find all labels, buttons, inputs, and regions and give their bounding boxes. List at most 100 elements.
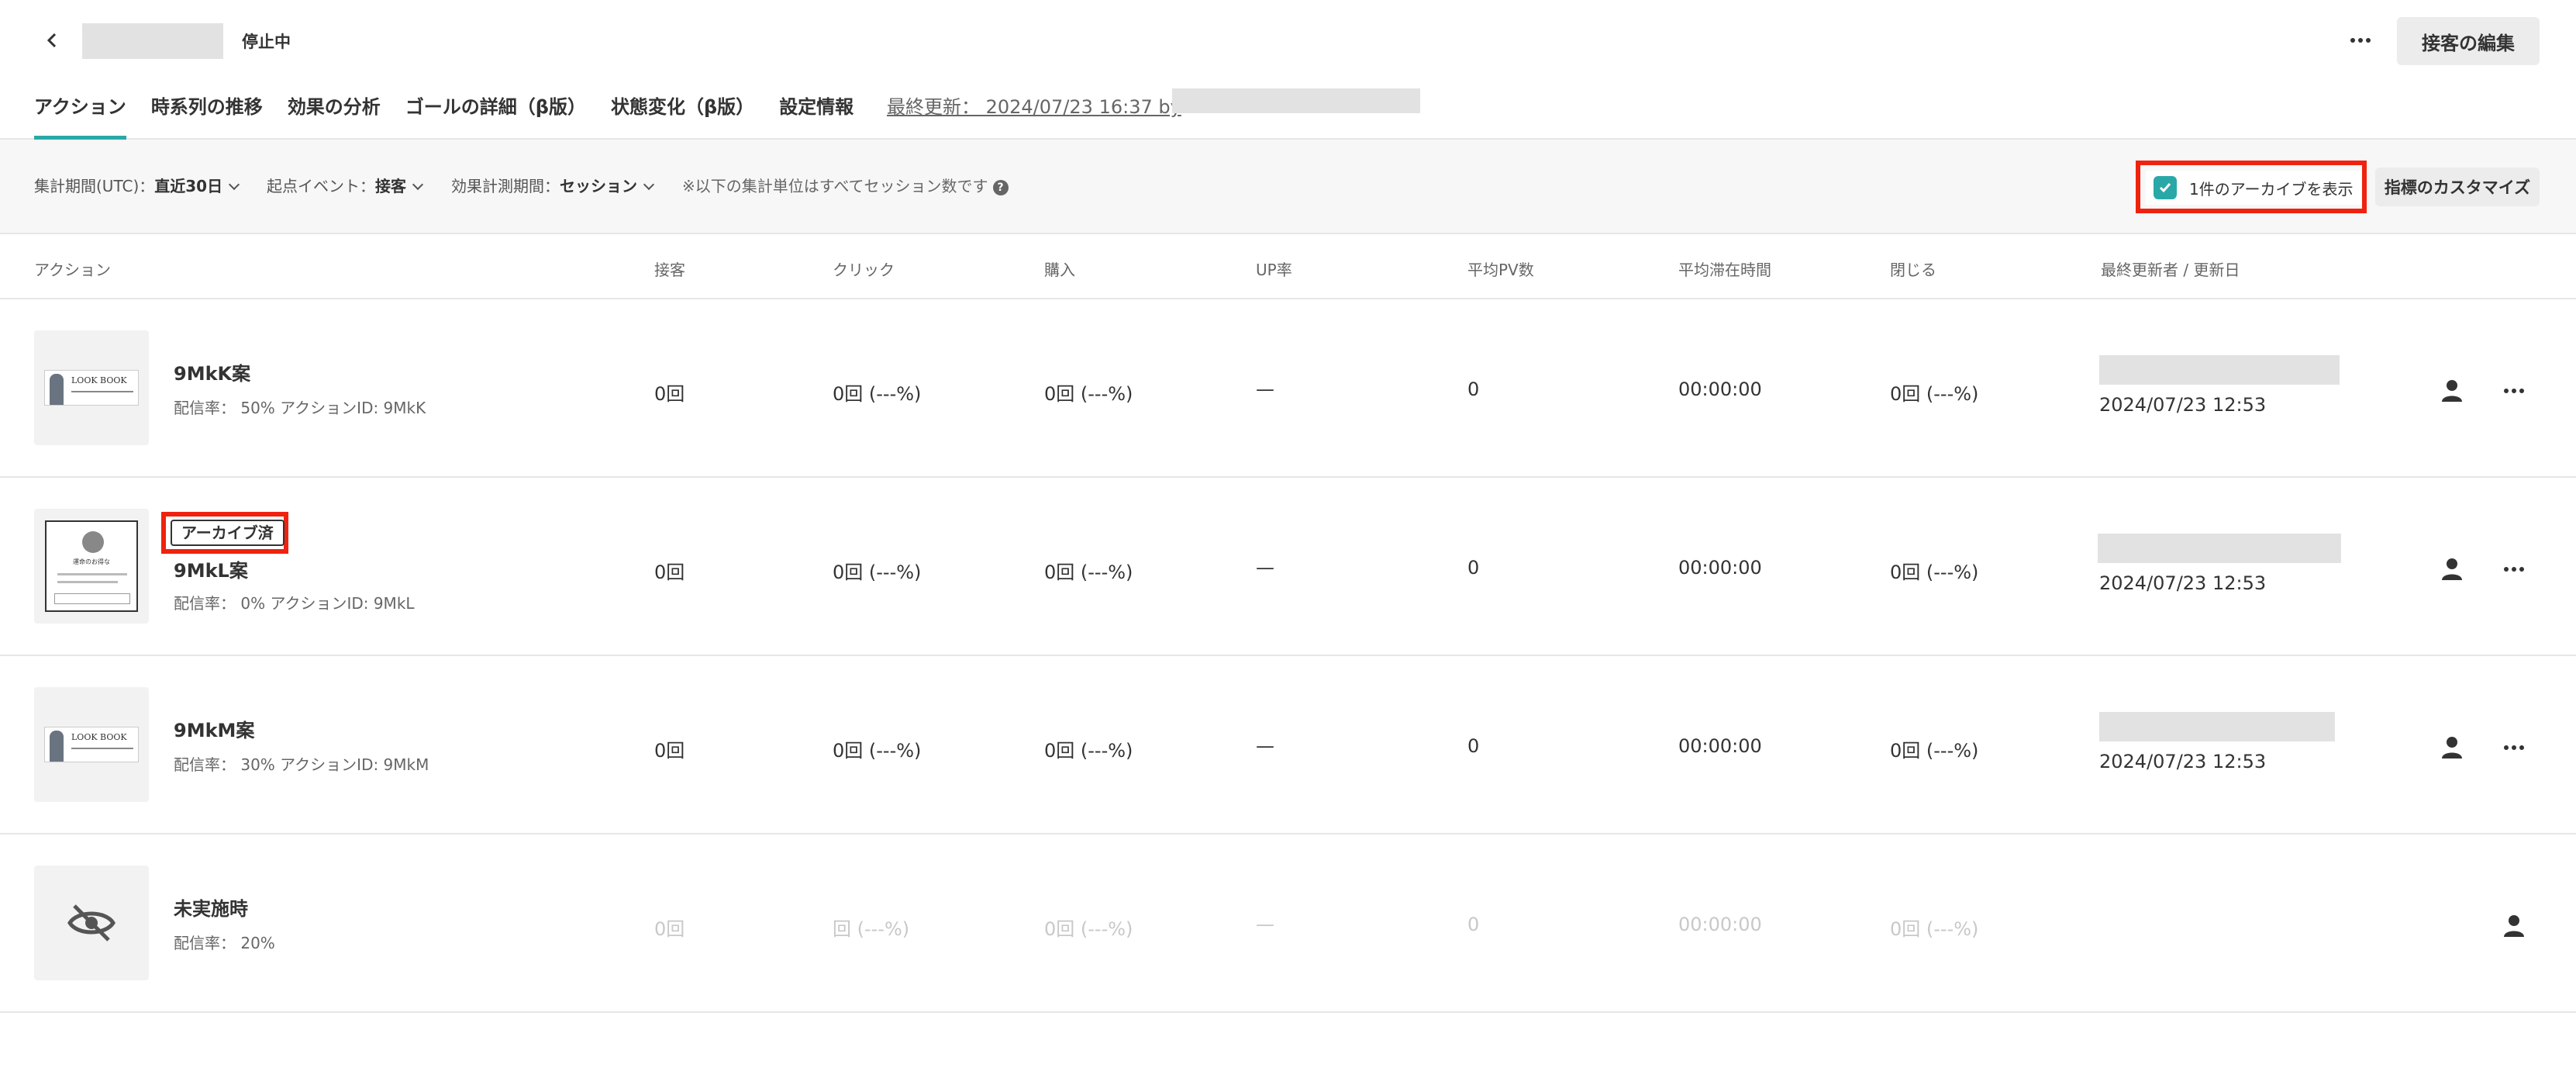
- action-thumbnail: 運命のお得な: [34, 509, 149, 624]
- purchase-count: 0回 (---%): [1044, 740, 1133, 762]
- updated-date: 2024/07/23 12:53: [2099, 751, 2267, 772]
- page-header: 停止中 接客の編集 アクション 時系列の推移 効果の分析 ゴールの詳細（β版） …: [0, 0, 2576, 140]
- period-filter[interactable]: 集計期間(UTC)：直近30日: [34, 174, 240, 196]
- banner-preview: LOOK BOOK: [44, 370, 139, 406]
- avg-pv: 0: [1467, 735, 1480, 757]
- avg-pv: 0: [1467, 557, 1480, 579]
- click-count: 回 (---%): [833, 918, 910, 940]
- campaign-name-redacted: [82, 23, 223, 59]
- table-row[interactable]: 運命のお得な 9MkL案 配信率： 0% アクションID: 9MkL 0回 0回…: [0, 478, 2576, 656]
- column-header: 購入: [1044, 261, 1075, 279]
- up-rate: —: [1256, 914, 1274, 935]
- updater-redacted: [2098, 534, 2341, 563]
- action-meta: 配信率： 0% アクションID: 9MkL: [174, 594, 415, 613]
- action-name[interactable]: 9MkK案: [174, 358, 250, 385]
- table-row[interactable]: 未実施時 配信率： 20% 0回 回 (---%) 0回 (---%) — 0 …: [0, 834, 2576, 1013]
- tab-timeseries[interactable]: 時系列の推移: [151, 87, 263, 140]
- column-header: 接客: [654, 261, 685, 279]
- more-horizontal-icon[interactable]: [2500, 734, 2528, 762]
- archive-checkbox[interactable]: [2154, 176, 2177, 199]
- avg-stay: 00:00:00: [1678, 735, 1762, 757]
- close-count: 0回 (---%): [1890, 562, 1979, 583]
- purchase-count: 0回 (---%): [1044, 562, 1133, 583]
- avg-pv: 0: [1467, 914, 1480, 935]
- action-name[interactable]: 9MkL案: [174, 555, 248, 582]
- popup-preview: 運命のお得な: [45, 520, 138, 612]
- chevron-left-icon: [47, 33, 57, 48]
- close-count: 0回 (---%): [1890, 740, 1979, 762]
- aggregation-note: ※以下の集計単位はすべてセッション数です?: [682, 174, 1009, 196]
- action-thumbnail: LOOK BOOK: [34, 687, 149, 802]
- action-thumbnail: LOOK BOOK: [34, 330, 149, 445]
- up-rate: —: [1256, 378, 1274, 400]
- action-meta: 配信率： 30% アクションID: 9MkM: [174, 755, 429, 774]
- tab-bar: アクション 時系列の推移 効果の分析 ゴールの詳細（β版） 状態変化（β版） 設…: [34, 87, 878, 140]
- more-horizontal-icon[interactable]: [2500, 377, 2528, 405]
- column-header: 閉じる: [1890, 261, 1936, 279]
- tab-actions[interactable]: アクション: [34, 87, 126, 140]
- updated-date: 2024/07/23 12:53: [2099, 394, 2267, 416]
- more-menu-button[interactable]: [2341, 23, 2380, 57]
- show-archive-toggle[interactable]: 1件のアーカイブを表示: [2146, 171, 2361, 205]
- action-name[interactable]: 未実施時: [174, 893, 248, 921]
- click-count: 0回 (---%): [833, 740, 922, 762]
- updated-date: 2024/07/23 12:53: [2099, 572, 2267, 594]
- column-header: 平均滞在時間: [1678, 261, 1771, 279]
- edit-campaign-button[interactable]: 接客の編集: [2397, 17, 2540, 65]
- event-filter[interactable]: 起点イベント：接客: [267, 174, 424, 196]
- back-button[interactable]: [37, 25, 68, 56]
- check-icon: [2159, 183, 2171, 193]
- purchase-count: 0回 (---%): [1044, 383, 1133, 405]
- tab-settings[interactable]: 設定情報: [779, 87, 853, 140]
- column-header: 最終更新者 / 更新日: [2101, 261, 2240, 279]
- purchase-count: 0回 (---%): [1044, 918, 1133, 940]
- customize-metrics-button[interactable]: 指標のカスタマイズ: [2375, 168, 2540, 206]
- tab-goal-details[interactable]: ゴールの詳細（β版）: [405, 87, 586, 140]
- updater-redacted: [2099, 355, 2340, 385]
- action-name[interactable]: 9MkM案: [174, 715, 254, 742]
- chevron-down-icon: [412, 178, 424, 191]
- question-circle-icon[interactable]: ?: [992, 179, 1009, 195]
- chevron-down-icon: [229, 178, 240, 191]
- status-badge: 停止中: [242, 33, 291, 51]
- table-row[interactable]: LOOK BOOK 9MkM案 配信率： 30% アクションID: 9MkM 0…: [0, 656, 2576, 834]
- person-icon[interactable]: [2438, 734, 2466, 762]
- serve-count: 0回: [654, 740, 685, 762]
- eye-off-icon: [67, 904, 116, 942]
- last-updated-link[interactable]: 最終更新： 2024/07/23 16:37 by: [887, 92, 1181, 119]
- click-count: 0回 (---%): [833, 383, 922, 405]
- banner-preview: LOOK BOOK: [44, 727, 139, 762]
- column-header: クリック: [833, 261, 895, 279]
- column-header: アクション: [34, 261, 111, 279]
- updated-by-redacted: [1172, 88, 1420, 113]
- tab-state-change[interactable]: 状態変化（β版）: [611, 87, 754, 140]
- column-header: 平均PV数: [1467, 261, 1534, 279]
- up-rate: —: [1256, 735, 1274, 757]
- more-horizontal-icon: [2350, 38, 2371, 43]
- column-header: UP率: [1256, 261, 1292, 279]
- table-header: アクション 接客 クリック 購入 UP率 平均PV数 平均滞在時間 閉じる 最終…: [0, 234, 2576, 299]
- action-meta: 配信率： 50% アクションID: 9MkK: [174, 399, 426, 417]
- serve-count: 0回: [654, 562, 685, 583]
- close-count: 0回 (---%): [1890, 918, 1979, 940]
- avg-pv: 0: [1467, 378, 1480, 400]
- serve-count: 0回: [654, 918, 685, 940]
- person-icon[interactable]: [2438, 555, 2466, 583]
- avg-stay: 00:00:00: [1678, 914, 1762, 935]
- tab-analysis[interactable]: 効果の分析: [288, 87, 381, 140]
- updater-redacted: [2099, 712, 2335, 741]
- up-rate: —: [1256, 557, 1274, 579]
- avg-stay: 00:00:00: [1678, 557, 1762, 579]
- serve-count: 0回: [654, 383, 685, 405]
- avg-stay: 00:00:00: [1678, 378, 1762, 400]
- action-meta: 配信率： 20%: [174, 934, 275, 952]
- measure-filter[interactable]: 効果計測期間：セッション: [451, 174, 655, 196]
- archived-badge: アーカイブ済: [171, 520, 284, 546]
- more-horizontal-icon[interactable]: [2500, 555, 2528, 583]
- person-icon[interactable]: [2500, 912, 2528, 940]
- chevron-down-icon: [643, 178, 655, 191]
- click-count: 0回 (---%): [833, 562, 922, 583]
- person-icon[interactable]: [2438, 377, 2466, 405]
- table-row[interactable]: LOOK BOOK 9MkK案 配信率： 50% アクションID: 9MkK 0…: [0, 299, 2576, 478]
- close-count: 0回 (---%): [1890, 383, 1979, 405]
